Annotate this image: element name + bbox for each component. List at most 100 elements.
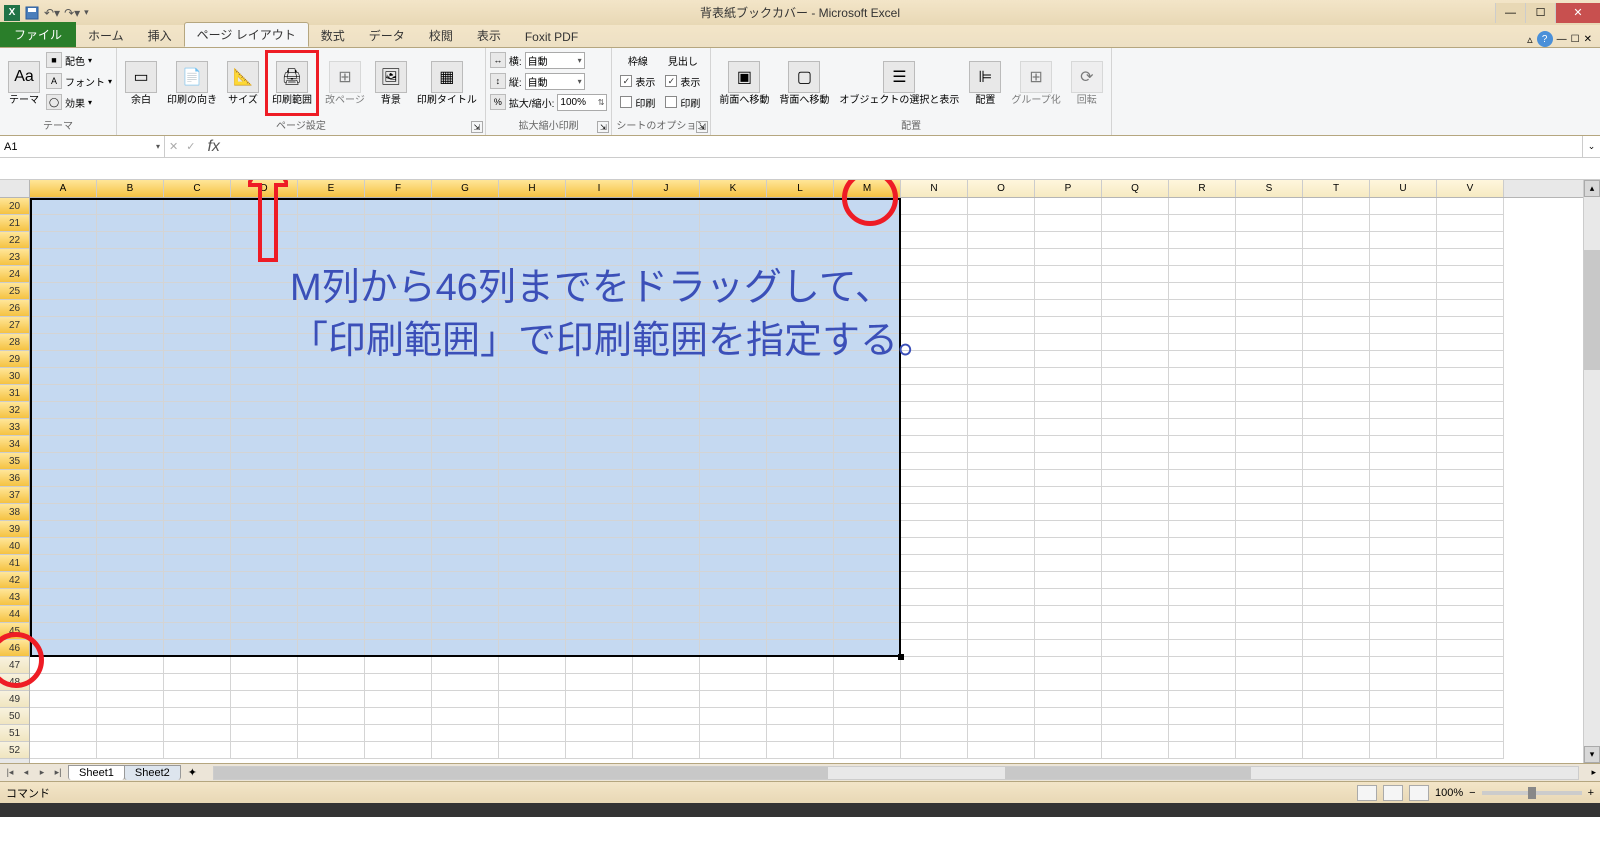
cell[interactable] [1437,708,1504,725]
row-header-20[interactable]: 20 [0,198,29,215]
cell[interactable] [968,691,1035,708]
cell[interactable] [97,419,164,436]
cell[interactable] [231,742,298,759]
cell[interactable] [1236,249,1303,266]
cell[interactable] [1035,742,1102,759]
column-header-R[interactable]: R [1169,180,1236,197]
cell[interactable] [700,266,767,283]
cell[interactable] [1035,232,1102,249]
cell[interactable] [1303,640,1370,657]
cell[interactable] [901,215,968,232]
cell[interactable] [633,232,700,249]
cell[interactable] [432,589,499,606]
tab-home[interactable]: ホーム [76,24,136,47]
cell[interactable] [968,742,1035,759]
cell[interactable] [968,504,1035,521]
cell[interactable] [164,351,231,368]
cell[interactable] [97,606,164,623]
cell[interactable] [968,385,1035,402]
cell[interactable] [1035,487,1102,504]
cell[interactable] [834,283,901,300]
cell[interactable] [97,198,164,215]
send-back-button[interactable]: ▢背面へ移動 [775,50,833,116]
cell[interactable] [834,572,901,589]
cell[interactable] [365,640,432,657]
cell[interactable] [633,708,700,725]
cell[interactable] [1169,538,1236,555]
cell[interactable] [1370,606,1437,623]
row-header-50[interactable]: 50 [0,708,29,725]
tab-review[interactable]: 校閲 [417,24,465,47]
cell[interactable] [298,657,365,674]
cell[interactable] [1035,317,1102,334]
cell[interactable] [1370,334,1437,351]
cell[interactable] [1236,334,1303,351]
cell[interactable] [1102,436,1169,453]
cell[interactable] [164,215,231,232]
cell[interactable] [432,538,499,555]
row-header-47[interactable]: 47 [0,657,29,674]
cell[interactable] [1102,623,1169,640]
cell[interactable] [298,725,365,742]
cell[interactable] [767,436,834,453]
cell[interactable] [1169,555,1236,572]
cell[interactable] [1169,674,1236,691]
cell[interactable] [1169,504,1236,521]
cell[interactable] [97,487,164,504]
cell[interactable] [1169,198,1236,215]
cell[interactable] [566,572,633,589]
cell[interactable] [566,198,633,215]
align-button[interactable]: ⊫配置 [965,50,1005,116]
breaks-button[interactable]: ⊞改ページ [321,50,369,116]
column-header-M[interactable]: M [834,180,901,197]
size-button[interactable]: 📐サイズ [223,50,263,116]
scale-dialog-launcher[interactable]: ⇲ [597,121,609,133]
column-header-K[interactable]: K [700,180,767,197]
cell[interactable] [1102,266,1169,283]
cell[interactable] [901,725,968,742]
cell[interactable] [566,487,633,504]
cell[interactable] [834,691,901,708]
cell[interactable] [968,232,1035,249]
cell[interactable] [499,589,566,606]
cell[interactable] [1236,589,1303,606]
cell[interactable] [1035,351,1102,368]
cell[interactable] [298,198,365,215]
cell[interactable] [901,623,968,640]
colors-button[interactable]: ■配色▾ [46,50,112,70]
cell[interactable] [1303,674,1370,691]
cell[interactable] [1303,623,1370,640]
cell[interactable] [1169,368,1236,385]
row-header-39[interactable]: 39 [0,521,29,538]
cell[interactable] [700,504,767,521]
cell[interactable] [834,453,901,470]
cell[interactable] [1102,215,1169,232]
pagebreak-view-button[interactable] [1409,785,1429,801]
row-header-46[interactable]: 46 [0,640,29,657]
cell[interactable] [700,402,767,419]
cell[interactable] [30,640,97,657]
cell[interactable] [164,300,231,317]
cell[interactable] [164,283,231,300]
cell[interactable] [968,402,1035,419]
cell[interactable] [968,572,1035,589]
cell[interactable] [1169,453,1236,470]
cell[interactable] [1035,402,1102,419]
cell[interactable] [1370,453,1437,470]
row-header-45[interactable]: 45 [0,623,29,640]
cell[interactable] [231,725,298,742]
cell[interactable] [1102,487,1169,504]
cell[interactable] [231,691,298,708]
cell[interactable] [566,436,633,453]
cell[interactable] [968,538,1035,555]
cell[interactable] [767,351,834,368]
tab-data[interactable]: データ [357,24,417,47]
cell[interactable] [1169,521,1236,538]
hscroll-thumb-right[interactable] [1005,767,1251,779]
cell[interactable] [968,589,1035,606]
cell[interactable] [499,198,566,215]
cell[interactable] [1035,521,1102,538]
cell[interactable] [1102,334,1169,351]
column-header-L[interactable]: L [767,180,834,197]
cell[interactable] [1169,657,1236,674]
